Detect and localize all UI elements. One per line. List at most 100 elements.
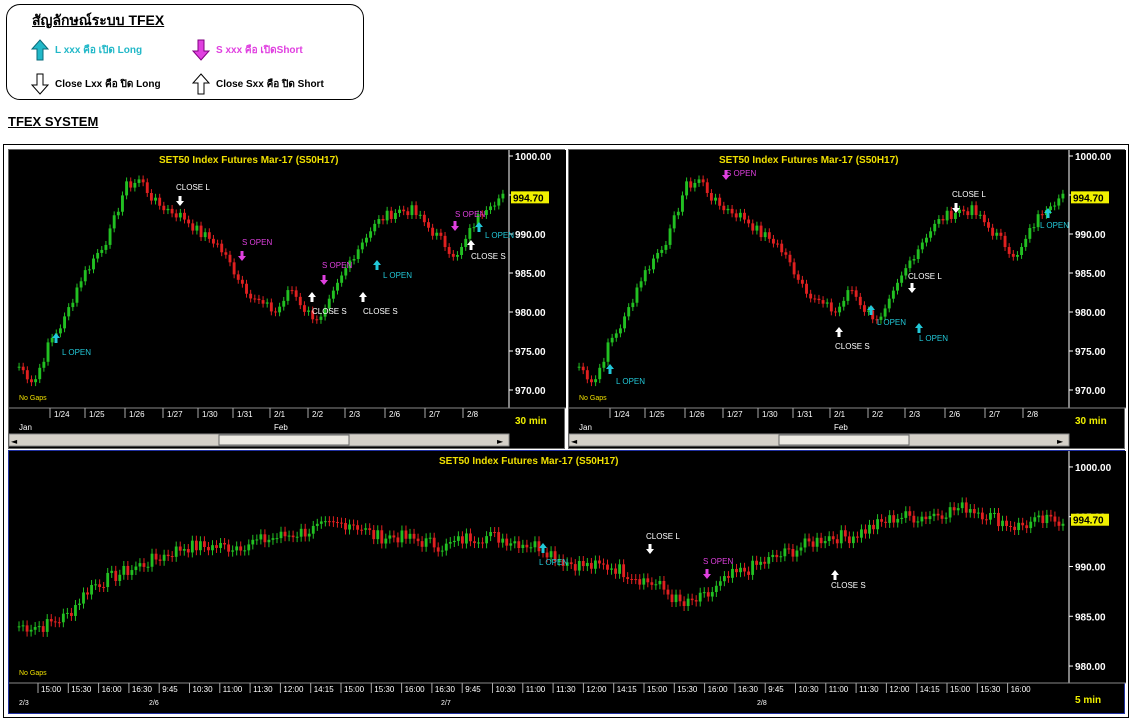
- candle-body: [207, 232, 211, 239]
- candle-body: [134, 566, 138, 571]
- date-tick-label: 1/27: [167, 410, 183, 419]
- candle-body: [283, 531, 287, 537]
- candle-body: [698, 592, 702, 602]
- interval-label: 30 min: [515, 416, 547, 427]
- candle-body: [65, 612, 69, 614]
- date-tick-label: 1/26: [689, 410, 705, 419]
- chart-panel-30min-left[interactable]: 1000.00995.00990.00985.00980.00975.00970…: [8, 149, 566, 450]
- candle-body: [731, 568, 734, 578]
- candle-body: [825, 302, 829, 304]
- candle-body: [697, 179, 701, 183]
- candle-body: [418, 214, 422, 216]
- legend-long-close: Close Lxx คือ ปิด Long: [31, 73, 161, 95]
- price-tick-label: 990.00: [1075, 230, 1106, 241]
- candle-body: [183, 212, 186, 220]
- candle-body: [108, 228, 112, 245]
- candlestick-chart[interactable]: 1000.00995.00990.00985.00980.00975.00970…: [569, 150, 1126, 450]
- candle-body: [447, 247, 451, 254]
- candle-body: [771, 554, 775, 558]
- candle-body: [372, 530, 376, 540]
- scroll-left-icon: ◄: [11, 437, 18, 446]
- candle-body: [887, 298, 891, 309]
- candle-body: [501, 538, 505, 543]
- day-tick-label: 2/3: [19, 700, 29, 707]
- candle-body: [771, 238, 775, 244]
- candle-body: [643, 270, 647, 282]
- candle-body: [1032, 227, 1036, 229]
- candlestick-chart[interactable]: 1000.00995.00990.00985.00980.00994.70SET…: [9, 451, 1126, 715]
- candle-body: [626, 577, 630, 580]
- candle-body: [995, 232, 999, 236]
- candle-body: [443, 235, 447, 248]
- candle-body: [278, 306, 282, 313]
- candle-body: [796, 274, 800, 280]
- candle-body: [705, 182, 709, 193]
- candle-body: [953, 212, 957, 219]
- candle-body: [904, 511, 908, 518]
- month-tick-label: Feb: [274, 423, 288, 432]
- candle-body: [676, 211, 680, 216]
- candle-body: [114, 570, 118, 581]
- candle-body: [102, 586, 106, 588]
- candle-body: [960, 502, 964, 509]
- candle-body: [1025, 525, 1029, 529]
- signal-label: S OPEN: [322, 261, 352, 270]
- candle-body: [714, 585, 718, 593]
- candle-body: [517, 541, 521, 549]
- candle-body: [332, 521, 335, 523]
- scroll-left-icon: ◄: [571, 437, 578, 446]
- candle-body: [627, 307, 631, 317]
- candle-body: [133, 182, 137, 188]
- candle-body: [1028, 228, 1032, 239]
- candle-body: [614, 568, 617, 574]
- signal-arrow-icon: [915, 323, 923, 333]
- date-tick-label: 2/6: [389, 410, 401, 419]
- candle-body: [850, 290, 854, 292]
- candle-body: [573, 564, 577, 571]
- chart-panel-30min-right[interactable]: 1000.00995.00990.00985.00980.00975.00970…: [568, 149, 1126, 450]
- date-tick-label: 1/31: [797, 410, 813, 419]
- signal-arrow-icon: [835, 327, 843, 337]
- candle-body: [652, 258, 655, 270]
- candle-body: [799, 547, 803, 551]
- candle-body: [936, 513, 940, 516]
- signal-arrow-icon: [908, 283, 916, 293]
- candle-body: [984, 519, 988, 521]
- time-tick-label: 11:30: [556, 685, 576, 694]
- candle-body: [920, 516, 924, 522]
- candle-body: [294, 290, 298, 297]
- date-tick-label: 2/3: [909, 410, 921, 419]
- candle-body: [331, 290, 335, 299]
- candle-body: [122, 565, 126, 575]
- candle-body: [30, 379, 33, 383]
- date-tick-label: 2/2: [312, 410, 324, 419]
- candle-body: [755, 560, 759, 565]
- candle-body: [618, 564, 622, 574]
- no-gaps-label: No Gaps: [579, 395, 607, 402]
- candle-body: [194, 540, 198, 551]
- candle-body: [481, 542, 484, 544]
- candle-body: [497, 198, 501, 206]
- time-tick-label: 15:00: [344, 685, 365, 694]
- candle-body: [365, 237, 368, 243]
- candle-body: [622, 564, 626, 578]
- candle-body: [1053, 205, 1057, 207]
- candle-body: [158, 197, 162, 206]
- date-tick-label: 1/24: [614, 410, 630, 419]
- candle-body: [344, 522, 347, 530]
- candle-body: [896, 282, 899, 291]
- candle-body: [817, 298, 821, 301]
- chart-panel-5min[interactable]: 1000.00995.00990.00985.00980.00994.70SET…: [8, 450, 1126, 715]
- candle-body: [452, 540, 456, 543]
- price-tick-label: 975.00: [1075, 347, 1106, 358]
- price-tick-label: 970.00: [1075, 386, 1106, 397]
- candle-body: [279, 531, 283, 539]
- candle-body: [726, 208, 730, 211]
- candle-body: [1024, 238, 1028, 247]
- candlestick-chart[interactable]: 1000.00995.00990.00985.00980.00975.00970…: [9, 150, 566, 450]
- candle-body: [216, 243, 220, 245]
- candle-body: [408, 533, 412, 539]
- candle-body: [928, 516, 932, 520]
- candle-body: [730, 208, 734, 214]
- candle-body: [67, 307, 71, 317]
